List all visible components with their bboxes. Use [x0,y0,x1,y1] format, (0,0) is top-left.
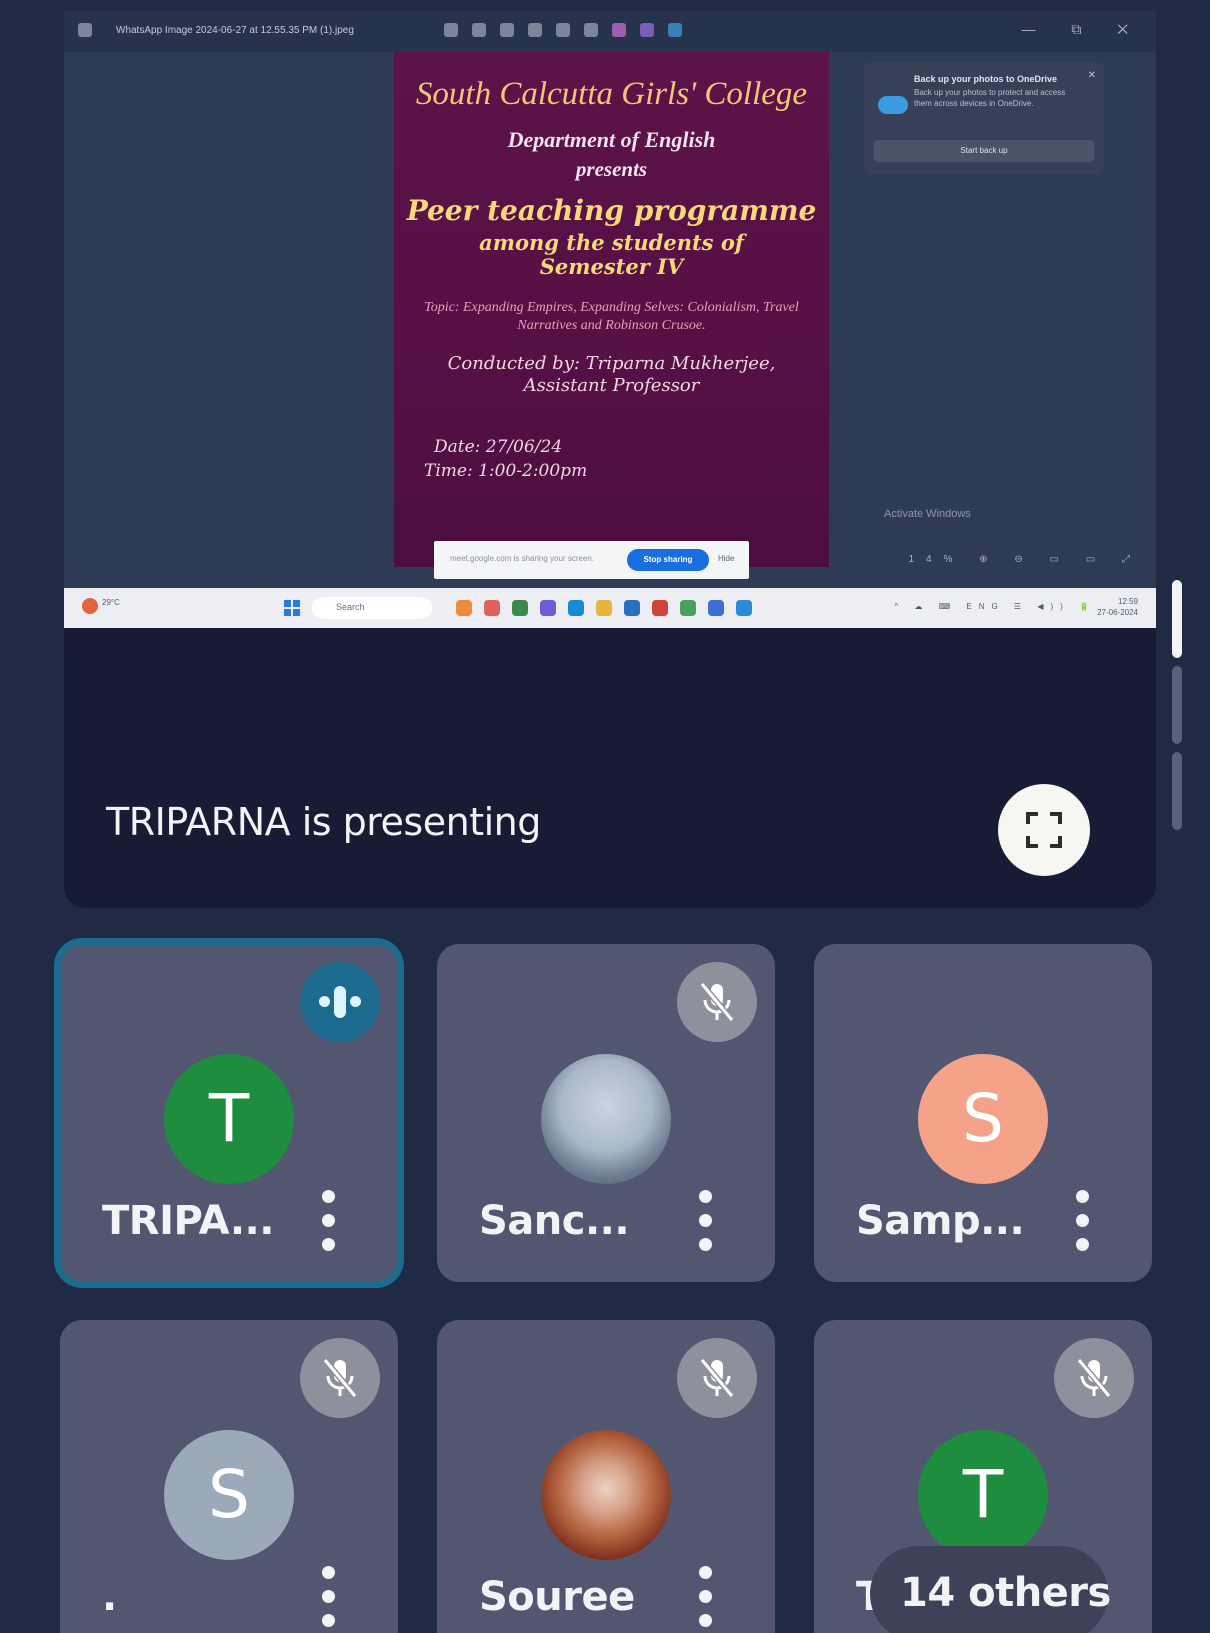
onedrive-title: Back up your photos to OneDrive [914,74,1058,84]
more-options-icon[interactable] [318,1190,340,1260]
scroll-thumb[interactable] [1172,580,1182,658]
more-options-icon[interactable] [695,1566,717,1633]
toolbar-icon [668,23,682,37]
onedrive-close-icon[interactable]: ✕ [1088,70,1096,81]
taskbar-app-icon [624,600,640,616]
weather-text: 29°C [102,598,120,607]
taskbar-search: Search [312,597,432,619]
taskbar-app-icon [540,600,556,616]
app-icon [78,23,92,37]
onedrive-cloud-icon [878,96,908,114]
event-poster: South Calcutta Girls' College Department… [394,52,829,567]
participant-name: Sanc... [479,1198,630,1244]
avatar: S [918,1054,1048,1184]
fullscreen-icon [1026,812,1062,848]
participant-tile[interactable]: Souree [437,1320,775,1633]
poster-conducted-line2: Assistant Professor [523,375,700,396]
start-backup-button[interactable]: Start back up [874,140,1094,162]
scroll-segment [1172,666,1182,744]
speaking-indicator-icon [300,962,380,1042]
toolbar-icon [612,23,626,37]
taskbar-app-icon [708,600,724,616]
toolbar-icon [500,23,514,37]
stop-sharing-button[interactable]: Stop sharing [627,549,709,571]
participant-tile[interactable]: Sanc... [437,944,775,1282]
viewer-status-icons: 14% ⊕ ⊖ ▭ ▭ ⤢ [908,554,1142,565]
photo-viewer-titlebar: WhatsApp Image 2024-06-27 at 12.55.35 PM… [64,10,1156,52]
poster-presents: presents [575,157,648,181]
fullscreen-button[interactable] [998,784,1090,876]
share-bar-text: meet.google.com is sharing your screen. [450,554,595,563]
poster-college: South Calcutta Girls' College [415,76,808,112]
participant-name: . [102,1574,117,1620]
activate-windows-watermark: Activate Windows [884,508,971,520]
more-options-icon[interactable] [1072,1190,1094,1260]
taskbar-app-icon [652,600,668,616]
mic-off-icon [677,962,757,1042]
participant-name: TRIPA... [102,1198,274,1244]
weather-icon [82,598,98,614]
others-label: 14 others [900,1570,1111,1616]
poster-among: among the students of [479,230,744,255]
poster-department: Department of English [507,127,716,152]
clock-time: 12:59 [1117,597,1138,606]
presenter-label: TRIPARNA is presenting [106,800,541,844]
taskbar-app-icon [736,600,752,616]
shared-screen-panel: WhatsApp Image 2024-06-27 at 12.55.35 PM… [64,10,1156,908]
more-options-icon[interactable] [318,1566,340,1633]
toolbar-icon [640,23,654,37]
taskbar-clock: 12:59 27-06-2024 [1097,596,1138,618]
participant-tile[interactable]: S . [60,1320,398,1633]
mic-off-icon [1054,1338,1134,1418]
window-controls: — ⧉ ✕ [1021,21,1144,37]
windows-taskbar: 29°C Search ^ ☁ ⌨ ENG ☰ ◀)) 🔋 12:59 27-0… [64,588,1156,628]
avatar: T [164,1054,294,1184]
toolbar-icon [472,23,486,37]
more-options-icon[interactable] [695,1190,717,1260]
toolbar-icon [528,23,542,37]
poster-conducted-line1: Conducted by: Triparna Mukherjee, [447,353,776,374]
screen-share-bar: meet.google.com is sharing your screen. … [434,541,749,579]
participant-name: Souree [479,1574,635,1620]
system-tray: ^ ☁ ⌨ ENG ☰ ◀)) 🔋 [894,602,1096,611]
avatar [541,1054,671,1184]
onedrive-popup: Back up your photos to OneDrive Back up … [864,62,1104,174]
clock-date: 27-06-2024 [1097,608,1138,617]
file-title: WhatsApp Image 2024-06-27 at 12.55.35 PM… [116,25,354,36]
participant-name: Samp... [856,1198,1025,1244]
toolbar-icon [556,23,570,37]
scrollbar[interactable] [1172,580,1184,840]
poster-semester: Semester IV [539,254,684,279]
poster-date: Date: 27/06/24 [434,437,563,457]
taskbar-app-icon [596,600,612,616]
mic-off-icon [300,1338,380,1418]
avatar: S [164,1430,294,1560]
others-button[interactable]: 14 others [870,1546,1111,1633]
avatar [541,1430,671,1560]
mic-off-icon [677,1338,757,1418]
toolbar-icon [584,23,598,37]
taskbar-app-icon [456,600,472,616]
toolbar-icon [444,23,458,37]
shared-desktop: WhatsApp Image 2024-06-27 at 12.55.35 PM… [64,10,1156,628]
poster-time: Time: 1:00-2:00pm [424,461,588,481]
avatar: T [918,1430,1048,1560]
taskbar-app-icon [680,600,696,616]
start-icon [284,600,300,616]
onedrive-body: Back up your photos to protect and acces… [914,88,1066,108]
poster-conducted-by: Conducted by: Triparna Mukherjee, Assist… [394,353,829,397]
poster-programme: Peer teaching programme [406,194,817,227]
participant-tile[interactable]: T TRIPA... [54,938,404,1288]
taskbar-app-icon [484,600,500,616]
taskbar-app-icon [512,600,528,616]
participant-tile[interactable]: S Samp... [814,944,1152,1282]
hide-button[interactable]: Hide [718,554,734,563]
poster-topic: Topic: Expanding Empires, Expanding Selv… [424,300,799,333]
scroll-segment [1172,752,1182,830]
taskbar-app-icon [568,600,584,616]
